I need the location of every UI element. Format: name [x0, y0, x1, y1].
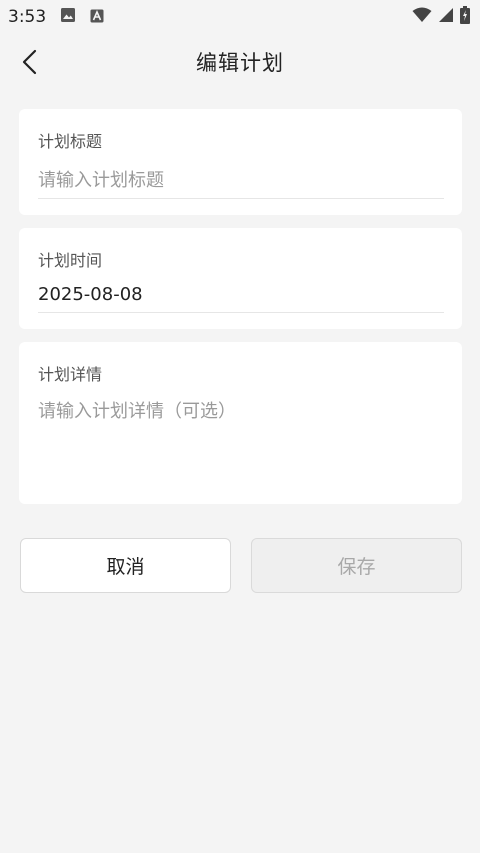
title-input[interactable]: 请输入计划标题	[38, 166, 444, 192]
save-button[interactable]: 保存	[251, 538, 462, 593]
edit-plan-screen: 3:53 编辑计划 计划标题 请输入计划标题 计划时间 2025-08-08 计…	[0, 0, 480, 853]
time-input-underline	[38, 312, 444, 313]
detail-input[interactable]: 请输入计划详情（可选）	[38, 397, 444, 423]
time-label: 计划时间	[38, 251, 103, 270]
wifi-icon	[412, 7, 432, 27]
title-input-underline	[38, 198, 444, 199]
cancel-button[interactable]: 取消	[20, 538, 231, 593]
time-input[interactable]: 2025-08-08	[38, 284, 444, 305]
status-time: 3:53	[8, 7, 47, 27]
signal-icon	[438, 7, 454, 27]
status-left: 3:53	[8, 7, 104, 27]
status-right	[412, 6, 470, 28]
app-bar: 编辑计划	[0, 34, 480, 90]
title-label: 计划标题	[38, 132, 103, 151]
chevron-left-icon	[22, 49, 37, 75]
time-card: 计划时间 2025-08-08	[19, 228, 462, 329]
battery-icon	[460, 6, 470, 28]
image-icon	[60, 7, 76, 27]
title-card: 计划标题 请输入计划标题	[19, 109, 462, 215]
a-letter-icon	[90, 8, 104, 27]
page-title: 编辑计划	[196, 51, 284, 75]
status-bar: 3:53	[0, 0, 480, 34]
detail-label: 计划详情	[38, 365, 103, 384]
detail-card: 计划详情 请输入计划详情（可选）	[19, 342, 462, 504]
back-button[interactable]	[14, 46, 46, 78]
